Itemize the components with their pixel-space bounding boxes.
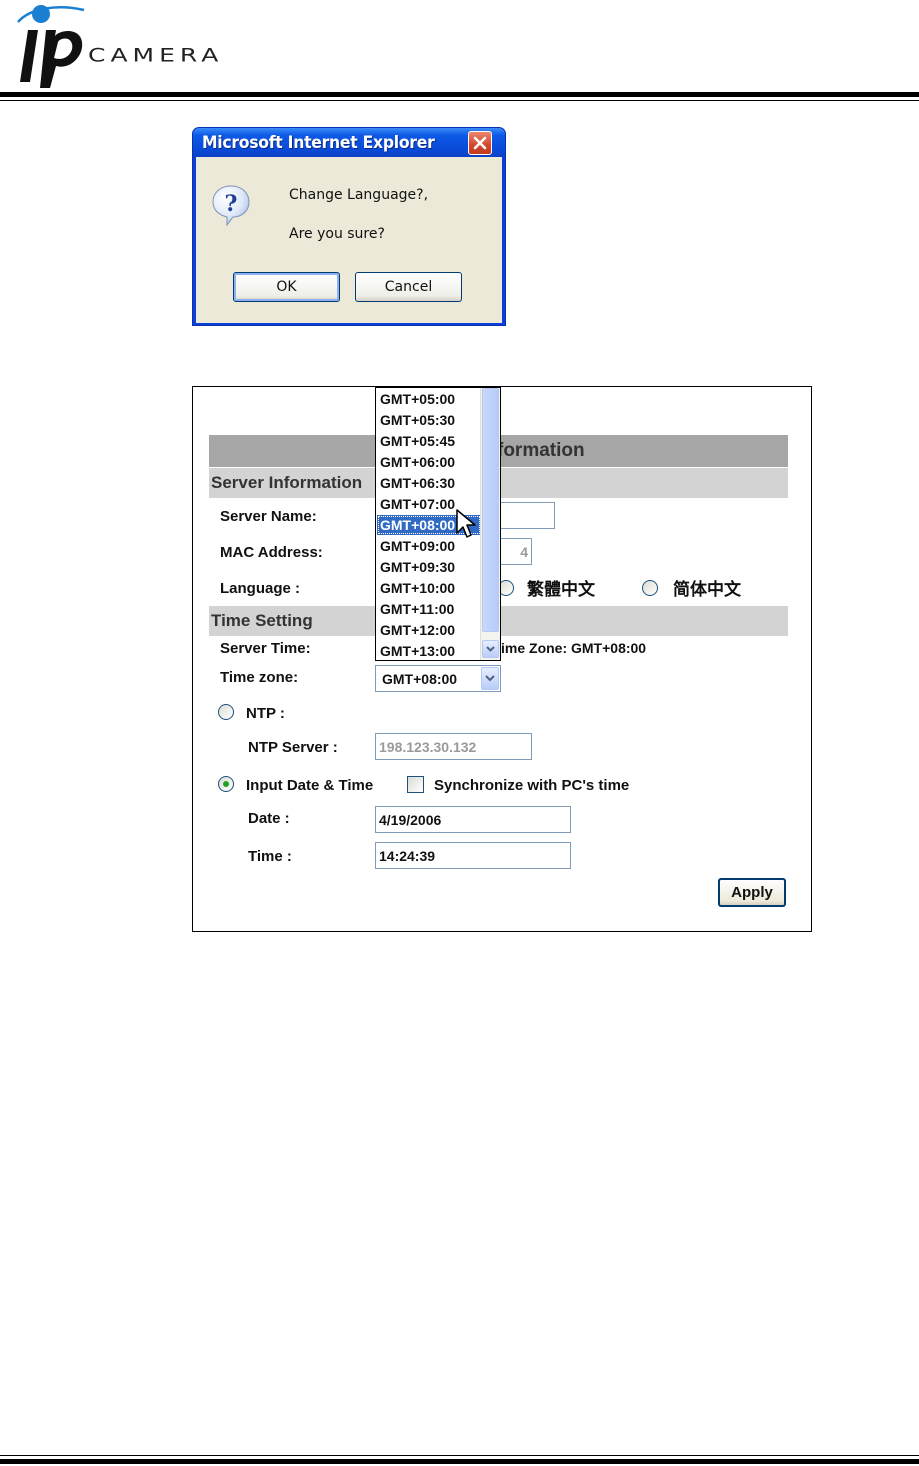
language-radio-simplified[interactable] (642, 580, 658, 596)
time-zone-selected-value: GMT+08:00 (382, 671, 458, 687)
time-input[interactable]: 14:24:39 (375, 842, 571, 869)
svg-text:?: ? (225, 191, 238, 217)
ntp-server-label: NTP Server : (248, 739, 338, 756)
date-input[interactable]: 4/19/2006 (375, 806, 571, 833)
ntp-label: NTP : (246, 705, 285, 722)
language-label: Language : (220, 580, 301, 597)
scrollbar-thumb[interactable] (482, 388, 499, 632)
language-simplified-chinese: 简体中文 (673, 580, 741, 600)
timezone-option[interactable]: GMT+05:45 (377, 431, 481, 451)
timezone-option[interactable]: GMT+12:00 (377, 620, 481, 640)
timezone-option[interactable]: GMT+06:00 (377, 452, 481, 472)
timezone-option[interactable]: GMT+10:00 (377, 578, 481, 598)
time-zone-dropdown-button[interactable] (481, 667, 499, 690)
header-rule-thick (0, 92, 919, 97)
chevron-down-icon (486, 646, 495, 652)
ntp-server-input[interactable]: 198.123.30.132 (375, 733, 532, 760)
sync-pc-time-checkbox[interactable] (407, 776, 424, 793)
server-information-title: Server Information (211, 473, 363, 492)
chevron-down-icon (485, 675, 495, 682)
server-time-label: Server Time: (220, 640, 311, 657)
timezone-option[interactable]: GMT+05:30 (377, 410, 481, 430)
date-label: Date : (248, 810, 290, 827)
input-date-time-radio[interactable] (218, 776, 234, 792)
logo-camera-text: CAMERA (88, 44, 224, 66)
time-zone-dropdown-list[interactable]: GMT+13:00 GMT+12:00 GMT+11:00 GMT+10:00 GMT+… (375, 387, 501, 661)
dialog-body: ? Change Language?, Are you sure? OK Can… (196, 157, 502, 323)
cancel-button[interactable]: Cancel (355, 272, 462, 302)
dialog-message-line1: Change Language?, (289, 187, 429, 203)
dialog-message-line2: Are you sure? (289, 226, 385, 242)
time-setting-title: Time Setting (211, 611, 313, 630)
mouse-pointer-icon (456, 509, 476, 538)
ntp-radio[interactable] (218, 704, 234, 720)
question-icon: ? (212, 185, 250, 227)
sync-pc-time-label: Synchronize with PC's time (434, 777, 630, 794)
timezone-option[interactable]: GMT+05:00 (377, 389, 481, 409)
ip-camera-logo: CAMERA (0, 0, 300, 95)
server-name-label: Server Name: (220, 508, 317, 525)
panel-title: formation (497, 440, 585, 461)
server-time-value: ime Zone: GMT+08:00 (501, 640, 647, 656)
mac-address-label: MAC Address: (220, 544, 323, 561)
timezone-option[interactable]: GMT+13:00 (377, 641, 481, 660)
timezone-option[interactable]: GMT+09:30 (377, 557, 481, 577)
dialog-title: Microsoft Internet Explorer (202, 133, 435, 153)
ok-button[interactable]: OK (233, 272, 340, 302)
scroll-down-button[interactable] (482, 640, 499, 658)
timezone-option[interactable]: GMT+11:00 (377, 599, 481, 619)
apply-button[interactable]: Apply (718, 878, 786, 907)
footer-rule-thick (0, 1459, 919, 1464)
dialog-titlebar[interactable]: Microsoft Internet Explorer (193, 128, 505, 157)
header-rule-thin (0, 100, 919, 101)
confirm-dialog: Microsoft Internet Explorer ? Change Lan… (192, 127, 506, 326)
time-label: Time : (248, 848, 292, 865)
server-settings-panel: formation Server Information Server Name… (192, 386, 812, 932)
input-date-time-label: Input Date & Time (246, 777, 374, 794)
dropdown-scrollbar[interactable] (480, 388, 500, 660)
close-icon (473, 136, 487, 150)
time-zone-label: Time zone: (220, 669, 299, 686)
footer-rule-thin (0, 1455, 919, 1456)
ip-logo-mark (17, 5, 85, 88)
time-zone-select[interactable]: GMT+08:00 (375, 665, 501, 692)
language-traditional-chinese: 繁體中文 (527, 580, 595, 600)
close-button[interactable] (468, 131, 492, 155)
timezone-option[interactable]: GMT+06:30 (377, 473, 481, 493)
